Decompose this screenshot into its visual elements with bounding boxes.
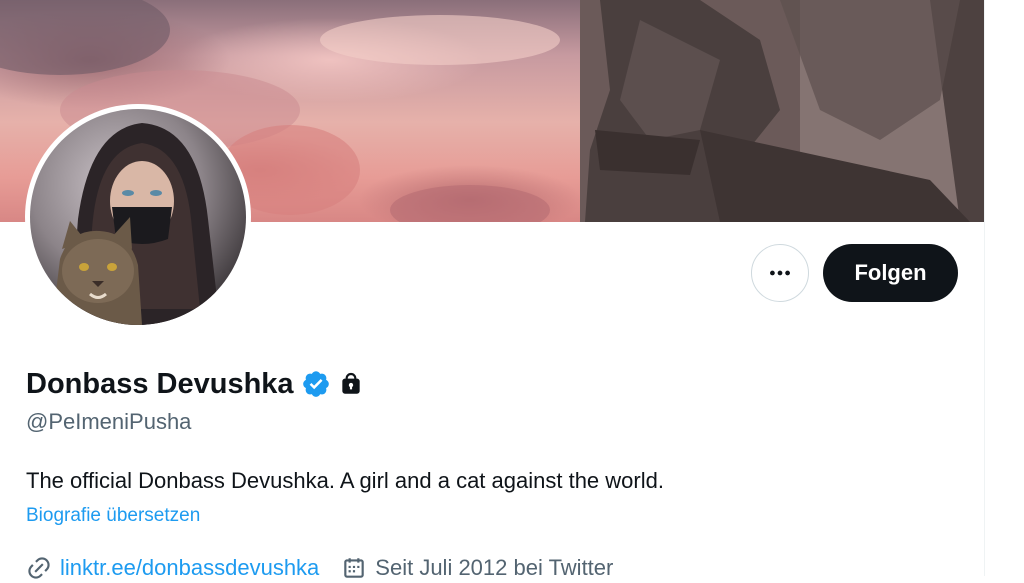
translate-bio-link[interactable]: Biografie übersetzen bbox=[26, 505, 200, 527]
join-date: Seit Juli 2012 bei Twitter bbox=[341, 555, 613, 581]
profile-avatar[interactable] bbox=[25, 104, 251, 330]
profile-meta-row: linktr.ee/donbassdevushka Seit Juli 2012… bbox=[26, 553, 613, 583]
profile-name-row: Donbass Devushka bbox=[26, 364, 364, 404]
more-options-button[interactable] bbox=[751, 244, 809, 302]
avatar-image bbox=[30, 109, 246, 325]
profile-column: Folgen Donbass Devushka @PeImeniPusha Th… bbox=[0, 0, 985, 580]
follow-button[interactable]: Folgen bbox=[823, 244, 958, 302]
join-date-label: Seit Juli 2012 bei Twitter bbox=[375, 555, 614, 580]
lock-icon bbox=[341, 372, 360, 394]
calendar-icon bbox=[344, 558, 365, 578]
display-name: Donbass Devushka bbox=[26, 367, 294, 400]
profile-bio: The official Donbass Devushka. A girl an… bbox=[26, 468, 664, 493]
more-horizontal-icon bbox=[770, 270, 790, 276]
avatar-artwork bbox=[52, 123, 220, 325]
profile-handle: @PeImeniPusha bbox=[26, 409, 192, 434]
link-icon bbox=[28, 557, 50, 579]
verified-badge-icon[interactable] bbox=[301, 369, 331, 399]
website-link[interactable]: linktr.ee/donbassdevushka bbox=[60, 555, 319, 581]
